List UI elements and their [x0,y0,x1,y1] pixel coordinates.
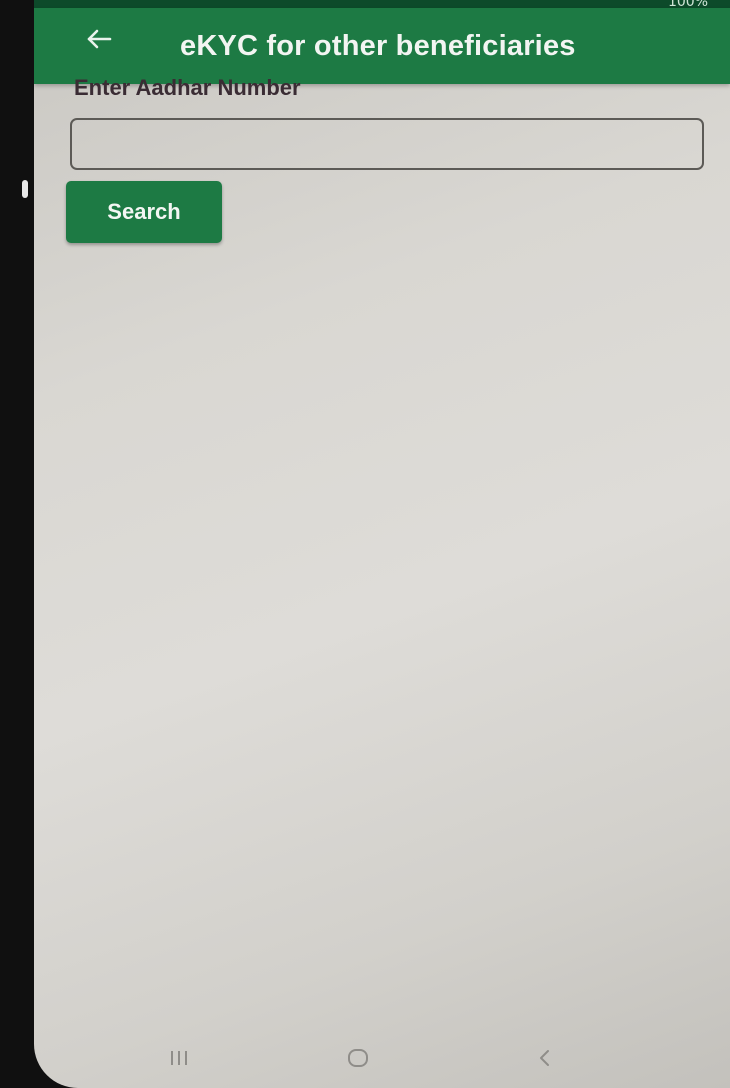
search-button[interactable]: Search [66,181,222,243]
system-nav-bar [34,1036,730,1086]
status-bar: 100% [34,0,730,10]
phone-frame: 100% eKYC for other beneficiaries Enter … [0,0,730,1088]
side-button-reflection [22,180,28,198]
aadhar-number-input[interactable] [70,118,704,170]
arrow-left-icon[interactable] [84,24,114,54]
home-icon[interactable] [344,1046,372,1070]
app-screen: 100% eKYC for other beneficiaries Enter … [34,0,730,1088]
back-chevron-icon[interactable] [534,1046,556,1070]
aadhar-number-label: Enter Aadhar Number [74,75,301,100]
recent-apps-icon[interactable] [166,1046,192,1070]
page-title: eKYC for other beneficiaries [180,30,576,62]
app-bar: eKYC for other beneficiaries [34,8,730,84]
